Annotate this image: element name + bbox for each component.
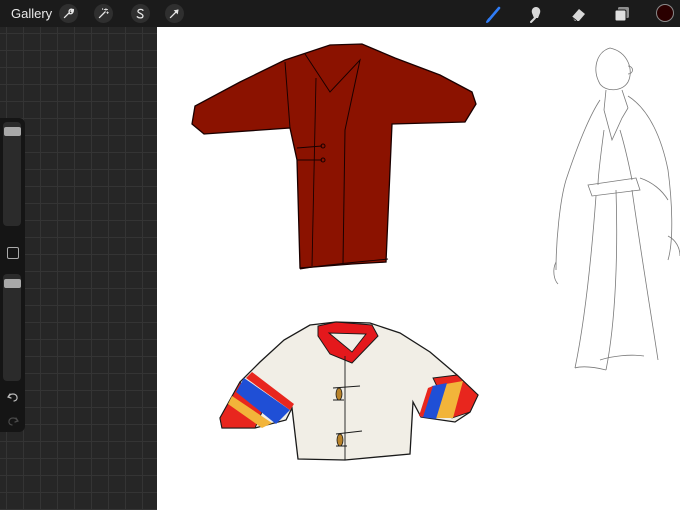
opacity-slider[interactable] [3,274,21,381]
brush-size-slider[interactable] [3,122,21,226]
transform-arrow-icon[interactable] [165,4,184,23]
red-long-coat [191,43,477,270]
smudge-icon[interactable] [526,4,546,24]
white-jacket-striped-sleeves [219,321,479,461]
drawing-canvas[interactable] [157,27,680,510]
brush-icon[interactable] [484,4,504,24]
figure-sketch [553,47,680,371]
magic-wand-icon[interactable] [94,4,113,23]
eraser-icon[interactable] [568,4,588,24]
gallery-button[interactable]: Gallery [11,6,52,21]
opacity-thumb[interactable] [4,279,21,288]
undo-icon[interactable] [6,390,20,404]
modify-button[interactable] [7,247,19,259]
brush-size-thumb[interactable] [4,127,21,136]
layers-icon[interactable] [612,4,632,24]
selection-icon[interactable] [131,4,150,23]
redo-icon[interactable] [6,414,20,428]
top-toolbar: Gallery [0,0,680,27]
wrench-icon[interactable] [59,4,78,23]
color-picker-button[interactable] [656,4,674,22]
left-sidebar [0,118,25,432]
canvas-artwork [191,43,680,461]
